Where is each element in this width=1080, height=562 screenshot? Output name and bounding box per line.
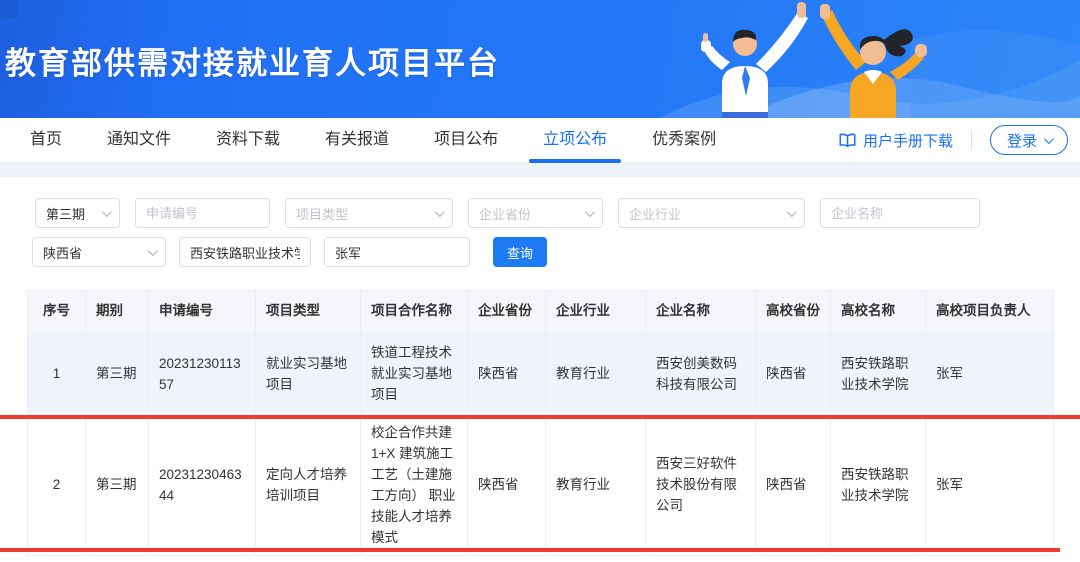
table-cell: 陕西省 — [468, 417, 546, 556]
high-five-illustration — [660, 0, 1080, 118]
school-name-input[interactable] — [179, 237, 311, 267]
login-label: 登录 — [1007, 130, 1037, 151]
table-cell: 第三期 — [86, 333, 149, 417]
enterprise-industry-select[interactable]: 企业行业 — [618, 198, 805, 228]
leader-name-input[interactable] — [324, 237, 470, 267]
column-header: 项目类型 — [256, 291, 361, 333]
table-cell: 张军 — [926, 417, 1054, 556]
chevron-down-icon — [1044, 134, 1054, 144]
nav-right: 用户手册下载 登录 — [839, 125, 1068, 155]
table-cell: 校企合作共建1+X 建筑施工工艺（土建施工方向） 职业技能人才培养模式 — [361, 417, 468, 556]
column-header: 序号 — [28, 291, 86, 333]
table-cell: 2023123046344 — [149, 417, 256, 556]
user-manual-label: 用户手册下载 — [863, 130, 953, 151]
nav-items: 首页 通知文件 资料下载 有关报道 项目公布 立项公布 优秀案例 — [30, 118, 716, 163]
book-open-icon — [839, 133, 856, 148]
chevron-down-icon — [435, 207, 445, 217]
column-header: 企业行业 — [546, 291, 646, 333]
user-manual-download-link[interactable]: 用户手册下载 — [839, 130, 953, 151]
table-cell: 西安创美数码科技有限公司 — [646, 333, 756, 417]
table-cell: 2023123011357 — [149, 333, 256, 417]
project-type-select-placeholder: 项目类型 — [296, 204, 429, 223]
table-cell: 就业实习基地项目 — [256, 333, 361, 417]
filter-row-2: 陕西省 查询 — [0, 237, 1080, 267]
project-type-select[interactable]: 项目类型 — [285, 198, 453, 228]
chevron-down-icon — [148, 246, 158, 256]
column-header: 企业名称 — [646, 291, 756, 333]
page-background-strip — [0, 163, 1080, 177]
nav-item-notices[interactable]: 通知文件 — [107, 118, 171, 163]
column-header: 项目合作名称 — [361, 291, 468, 333]
table-cell: 西安铁路职业技术学院 — [831, 417, 926, 556]
column-header: 期别 — [86, 291, 149, 333]
column-header: 高校名称 — [831, 291, 926, 333]
nav-bar: 首页 通知文件 资料下载 有关报道 项目公布 立项公布 优秀案例 用户手册下载 … — [0, 118, 1080, 163]
school-name-input-field[interactable] — [190, 245, 300, 260]
hero-banner: 教育部供需对接就业育人项目平台 — [0, 0, 1080, 118]
table-header-row: 序号期别申请编号项目类型项目合作名称企业省份企业行业企业名称高校省份高校名称高校… — [28, 291, 1054, 333]
table-cell: 陕西省 — [756, 417, 831, 556]
chevron-down-icon — [585, 207, 595, 217]
enterprise-name-input[interactable] — [820, 198, 980, 228]
divider — [971, 130, 972, 150]
nav-item-project-announce[interactable]: 项目公布 — [434, 118, 498, 163]
filter-row-1: 第三期 项目类型 企业省份 企业行业 — [0, 198, 1080, 228]
table-cell: 陕西省 — [756, 333, 831, 417]
red-annotation-line-2 — [0, 548, 1060, 552]
corner-decoration — [0, 0, 18, 18]
nav-item-home[interactable]: 首页 — [30, 118, 62, 163]
enterprise-province-select[interactable]: 企业省份 — [468, 198, 603, 228]
table-cell: 西安三好软件技术股份有限公司 — [646, 417, 756, 556]
table-cell: 第三期 — [86, 417, 149, 556]
results-table: 序号期别申请编号项目类型项目合作名称企业省份企业行业企业名称高校省份高校名称高校… — [27, 290, 1054, 556]
table-cell: 教育行业 — [546, 333, 646, 417]
red-annotation-line-1 — [0, 415, 1080, 419]
chevron-down-icon — [787, 207, 797, 217]
enterprise-industry-placeholder: 企业行业 — [629, 204, 781, 223]
table-cell: 1 — [28, 333, 86, 417]
nav-item-reports[interactable]: 有关报道 — [325, 118, 389, 163]
nav-item-downloads[interactable]: 资料下载 — [216, 118, 280, 163]
column-header: 高校省份 — [756, 291, 831, 333]
apply-no-input[interactable] — [135, 198, 270, 228]
table-cell: 2 — [28, 417, 86, 556]
page-title: 教育部供需对接就业育人项目平台 — [5, 38, 500, 83]
table-cell: 陕西省 — [468, 333, 546, 417]
nav-item-approval-announce[interactable]: 立项公布 — [543, 118, 607, 163]
chevron-down-icon — [102, 207, 112, 217]
page: 教育部供需对接就业育人项目平台 — [0, 0, 1080, 562]
table-cell: 铁道工程技术就业实习基地项目 — [361, 333, 468, 417]
school-province-value: 陕西省 — [43, 243, 142, 262]
table-cell: 西安铁路职业技术学院 — [831, 333, 926, 417]
column-header: 高校项目负责人 — [926, 291, 1054, 333]
nav-item-cases[interactable]: 优秀案例 — [652, 118, 716, 163]
table-row: 2第三期2023123046344定向人才培养培训项目校企合作共建1+X 建筑施… — [28, 417, 1054, 556]
table-cell: 张军 — [926, 333, 1054, 417]
enterprise-province-placeholder: 企业省份 — [479, 204, 579, 223]
period-select[interactable]: 第三期 — [35, 198, 120, 228]
column-header: 企业省份 — [468, 291, 546, 333]
enterprise-name-input-field[interactable] — [831, 206, 969, 221]
results-table-wrap: 序号期别申请编号项目类型项目合作名称企业省份企业行业企业名称高校省份高校名称高校… — [27, 290, 1053, 556]
leader-name-input-field[interactable] — [335, 245, 459, 260]
table-cell: 教育行业 — [546, 417, 646, 556]
school-province-select[interactable]: 陕西省 — [32, 237, 166, 267]
table-cell: 定向人才培养培训项目 — [256, 417, 361, 556]
content-area: 第三期 项目类型 企业省份 企业行业 — [0, 177, 1080, 556]
period-select-value: 第三期 — [46, 204, 96, 223]
search-button[interactable]: 查询 — [493, 237, 547, 267]
table-row: 1第三期2023123011357就业实习基地项目铁道工程技术就业实习基地项目陕… — [28, 333, 1054, 417]
column-header: 申请编号 — [149, 291, 256, 333]
apply-no-input-field[interactable] — [146, 206, 259, 221]
login-button[interactable]: 登录 — [990, 125, 1068, 155]
